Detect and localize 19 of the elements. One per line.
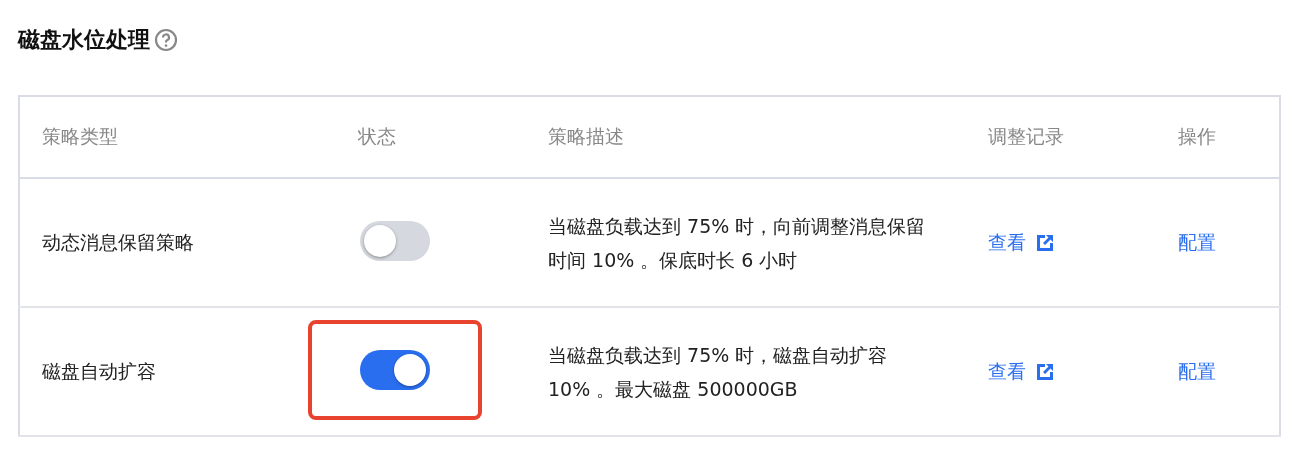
section-title: 磁盘水位处理: [18, 26, 150, 54]
column-header: 调整记录: [988, 125, 1064, 147]
description-text: 当磁盘负载达到 75% 时，磁盘自动扩容 10% 。最大磁盘 500000GB: [548, 342, 889, 402]
toggle-switch[interactable]: [360, 349, 430, 390]
view-link[interactable]: 查看: [988, 358, 1054, 385]
toggle-switch[interactable]: [360, 220, 430, 261]
config-link[interactable]: 配置: [1178, 358, 1216, 385]
description-text: 当磁盘负载达到 75% 时，向前调整消息保留时间 10% 。保底时长 6 小时: [548, 213, 927, 273]
column-header: 策略描述: [548, 125, 624, 147]
config-link[interactable]: 配置: [1178, 229, 1216, 256]
external-link-icon: [1036, 233, 1054, 252]
external-link-icon: [1036, 362, 1054, 381]
view-link[interactable]: 查看: [988, 229, 1054, 256]
help-icon[interactable]: [154, 28, 178, 52]
column-header: 策略类型: [42, 125, 118, 147]
column-header: 状态: [358, 125, 396, 147]
column-header: 操作: [1178, 125, 1216, 147]
table-cell: 动态消息保留策略: [42, 230, 194, 253]
table-cell: 磁盘自动扩容: [42, 359, 156, 382]
